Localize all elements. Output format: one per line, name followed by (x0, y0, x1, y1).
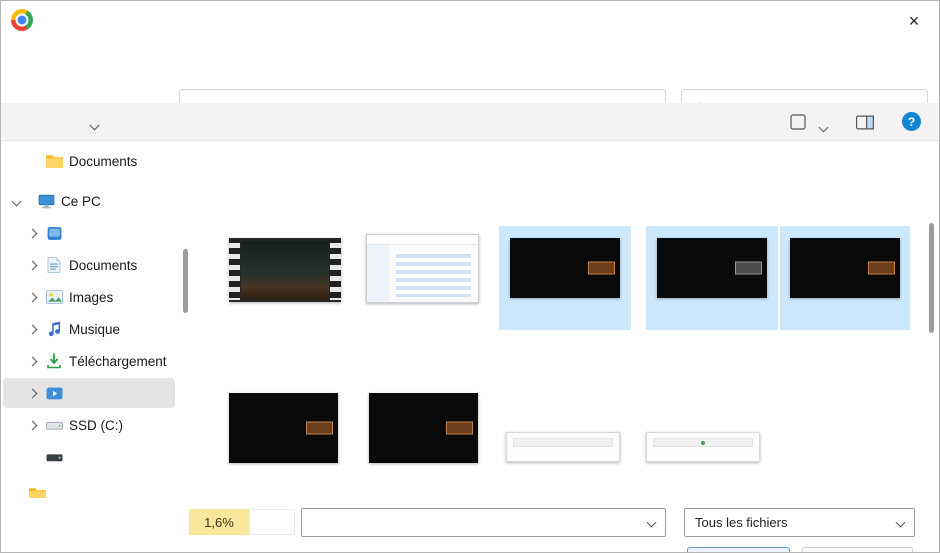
drive-dark-icon (45, 452, 63, 463)
sidebar-item-videos[interactable] (3, 378, 175, 408)
file-thumbnail-screenshot[interactable] (366, 234, 479, 303)
toast-notification (868, 261, 895, 275)
drive-icon (45, 420, 63, 431)
screenshot-titlebar (367, 235, 478, 245)
navigation-bar: ← → ↑ › › › (1, 41, 939, 133)
sidebar-item-desktop[interactable] (3, 218, 175, 248)
file-thumbnail-selected[interactable] (499, 226, 631, 330)
file-thumbnail-window[interactable] (506, 432, 620, 462)
open-button[interactable] (687, 547, 790, 552)
toast-notification (306, 421, 333, 435)
titlebar: × (1, 1, 939, 41)
screenshot-body (367, 245, 478, 302)
desktop-icon (45, 226, 63, 241)
dark-screenshot (510, 238, 620, 298)
sidebar-item-downloads[interactable]: Téléchargement (3, 346, 175, 376)
view-mode-button[interactable] (790, 114, 806, 130)
toast-notification (588, 261, 615, 275)
folder-icon (29, 487, 46, 498)
chrome-logo-icon (11, 9, 33, 31)
file-thumbnail-window[interactable] (646, 432, 760, 462)
sidebar-item-label: Musique (69, 321, 121, 337)
pictures-icon (45, 290, 63, 304)
sidebar-item-label: SSD (C:) (69, 417, 123, 433)
chevron-right-icon[interactable] (27, 388, 37, 398)
sidebar-item-documents[interactable]: Documents (3, 250, 175, 280)
close-button[interactable]: × (895, 5, 933, 37)
dark-screenshot (657, 238, 767, 298)
toast-notification (446, 421, 473, 435)
sidebar-scrollbar[interactable] (183, 249, 188, 313)
chevron-right-icon[interactable] (27, 292, 37, 302)
window-bar (653, 438, 753, 447)
zoom-badge: 1,6% (189, 509, 249, 535)
toast-notification (735, 261, 762, 275)
video-frame (241, 241, 329, 299)
filetype-combobox[interactable]: Tous les fichiers (684, 508, 915, 537)
sidebar-item-music[interactable]: Musique (3, 314, 175, 344)
filename-input[interactable] (312, 515, 648, 530)
dark-screenshot (790, 238, 900, 298)
file-thumbnail-dark[interactable] (369, 393, 478, 463)
view-mode-dropdown-button[interactable] (818, 118, 829, 136)
sidebar-item-this-pc[interactable]: Ce PC (3, 186, 175, 216)
content-scrollbar[interactable] (929, 223, 934, 333)
zoom-badge-field (249, 509, 295, 535)
file-open-dialog: × ← → ↑ › › › (0, 0, 940, 553)
sidebar-item-label: Documents (69, 153, 138, 169)
file-thumbnail-video[interactable] (229, 238, 341, 302)
chevron-down-icon[interactable] (11, 196, 21, 206)
sidebar-item-label: Ce PC (61, 193, 101, 209)
sidebar-item-ssd-c[interactable]: SSD (C:) (3, 410, 175, 440)
sidebar-item-drive-2[interactable] (3, 442, 175, 472)
folder-icon (45, 154, 63, 168)
chevron-right-icon[interactable] (27, 260, 37, 270)
filename-combobox[interactable] (301, 508, 666, 537)
music-icon (45, 321, 63, 337)
chevron-down-icon (895, 517, 906, 528)
dialog-footer: 1,6% Tous les fichiers (1, 498, 939, 552)
navigation-sidebar: Documents Ce PC Documents Images Musique… (1, 141, 179, 498)
help-button[interactable]: ? (902, 112, 921, 131)
cancel-button[interactable] (802, 547, 913, 552)
chevron-down-icon (818, 122, 829, 133)
file-list (193, 141, 936, 498)
chevron-right-icon[interactable] (27, 324, 37, 334)
chevron-right-icon[interactable] (27, 356, 37, 366)
screenshot-sidebar (367, 245, 389, 302)
toolbar-more-button[interactable] (89, 116, 100, 134)
filetype-value: Tous les fichiers (695, 515, 788, 530)
videos-icon (45, 387, 63, 400)
filmstrip-perforations (229, 240, 240, 300)
filmstrip-perforations (330, 240, 341, 300)
window-bar (513, 438, 613, 447)
sidebar-item-label: Images (69, 289, 114, 305)
preview-pane-button[interactable] (856, 115, 874, 130)
chevron-right-icon[interactable] (27, 228, 37, 238)
sidebar-item-documents-pinned[interactable]: Documents (3, 146, 175, 176)
documents-icon (45, 257, 63, 273)
chevron-down-icon (646, 517, 657, 528)
downloads-icon (45, 353, 63, 369)
screenshot-list-lines (396, 250, 471, 297)
chevron-down-icon (89, 120, 100, 131)
sidebar-item-label: Documents (69, 257, 138, 273)
sidebar-item-pictures[interactable]: Images (3, 282, 175, 312)
file-thumbnail-selected[interactable] (646, 226, 778, 330)
file-thumbnail-selected[interactable] (780, 226, 910, 330)
file-thumbnail-dark[interactable] (229, 393, 338, 463)
green-dot (701, 440, 705, 445)
this-pc-icon (37, 194, 55, 209)
chevron-right-icon[interactable] (27, 420, 37, 430)
sidebar-item-label: Téléchargement (69, 353, 167, 369)
